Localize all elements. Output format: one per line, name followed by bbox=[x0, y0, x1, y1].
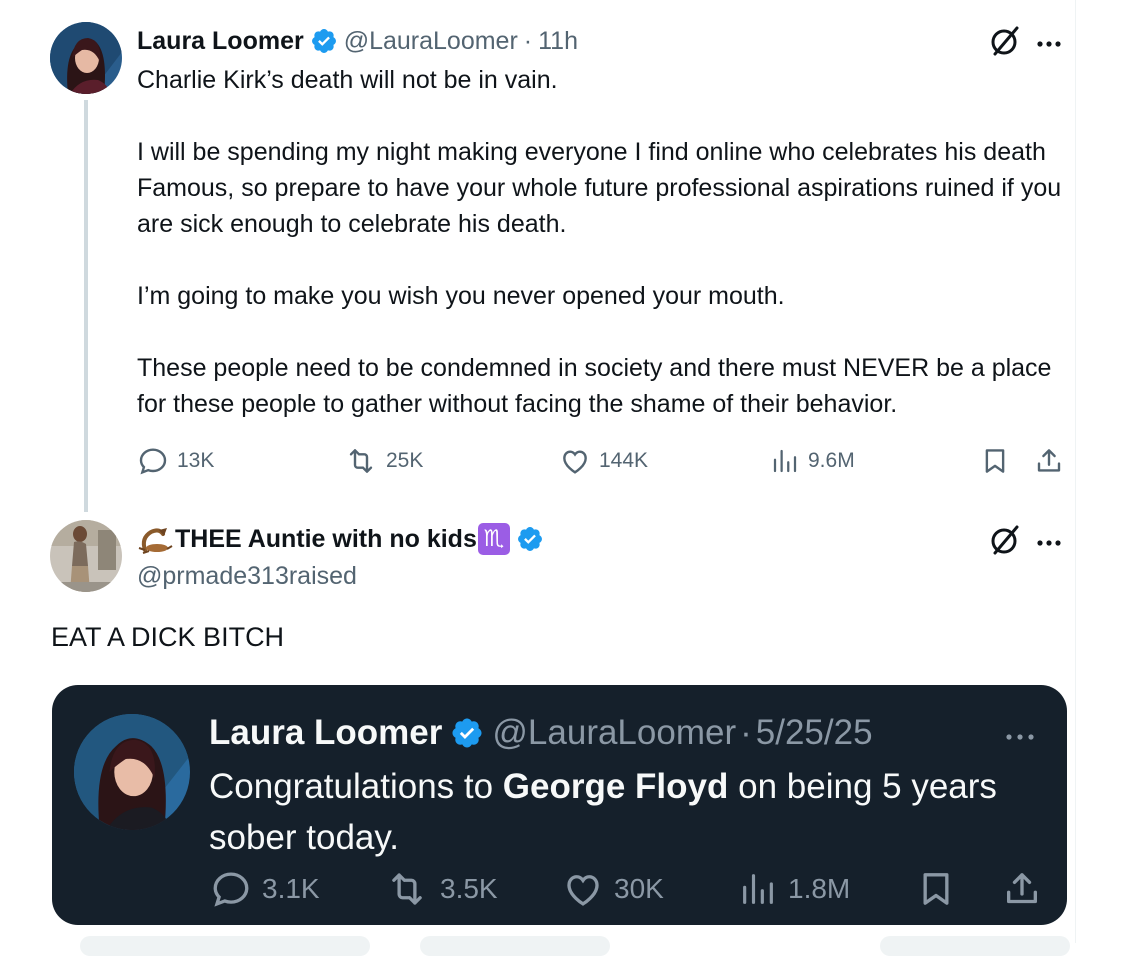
verified-badge-icon bbox=[516, 525, 544, 553]
repost-icon bbox=[349, 449, 373, 473]
reply-button[interactable]: 13K bbox=[137, 445, 214, 477]
quoted-views-stat: 1.8M bbox=[738, 868, 850, 910]
quoted-repost-stat: 3.5K bbox=[384, 868, 498, 910]
verified-badge-icon bbox=[450, 716, 484, 750]
more-icon[interactable] bbox=[1035, 535, 1065, 546]
avatar[interactable] bbox=[50, 520, 122, 592]
verified-badge-icon bbox=[310, 27, 338, 55]
quoted-text-bold: George Floyd bbox=[502, 767, 729, 806]
timeline-border bbox=[1075, 0, 1076, 943]
quoted-text-start: Congratulations to bbox=[209, 767, 503, 806]
author-handle[interactable]: @LauraLoomer bbox=[344, 27, 518, 56]
reply-text: EAT A DICK BITCH bbox=[51, 622, 285, 652]
like-icon bbox=[563, 450, 587, 474]
views-icon bbox=[773, 449, 797, 473]
avatar bbox=[74, 714, 190, 830]
bookmark-button[interactable] bbox=[980, 445, 1018, 477]
share-button[interactable] bbox=[1034, 445, 1072, 477]
tweet-timestamp[interactable]: 11h bbox=[538, 27, 578, 56]
repost-count: 25K bbox=[386, 449, 424, 472]
reply-icon bbox=[139, 448, 167, 475]
bookmark-icon bbox=[985, 449, 1005, 473]
tweet-header: Laura Loomer @LauraLoomer · 11h bbox=[137, 24, 578, 58]
like-icon bbox=[567, 875, 599, 906]
tweet-paragraph: These people need to be condemned in soc… bbox=[137, 354, 1052, 418]
quoted-bookmark bbox=[916, 868, 966, 910]
repost-button[interactable]: 25K bbox=[344, 445, 423, 477]
quoted-reply-count: 3.1K bbox=[262, 873, 320, 904]
quoted-author-handle: @LauraLoomer bbox=[492, 713, 737, 752]
avatar[interactable] bbox=[50, 22, 122, 94]
author-name[interactable]: Laura Loomer bbox=[137, 27, 304, 56]
tweet-paragraph: I’m going to make you wish you never ope… bbox=[137, 282, 785, 310]
views-count: 9.6M bbox=[808, 449, 855, 472]
like-count: 144K bbox=[599, 449, 649, 472]
next-item-edge bbox=[880, 936, 1070, 956]
tweet-action-bar: 13K 25K 144K 9.6M bbox=[137, 445, 1067, 481]
more-icon bbox=[1004, 729, 1034, 740]
scorpio-zodiac-icon: ♏ bbox=[477, 523, 510, 555]
reply-header: THEE Auntie with no kids ♏ bbox=[137, 522, 550, 556]
quoted-reply-stat: 3.1K bbox=[210, 868, 320, 910]
grok-icon[interactable] bbox=[988, 24, 1022, 58]
quoted-like-count: 30K bbox=[614, 873, 664, 904]
reply-count: 13K bbox=[177, 449, 215, 472]
quoted-repost-count: 3.5K bbox=[440, 873, 498, 904]
more-icon[interactable] bbox=[1035, 36, 1065, 47]
reply-author-name[interactable]: THEE Auntie with no kids bbox=[175, 525, 477, 554]
tweet-text: Charlie Kirk’s death will not be in vain… bbox=[137, 62, 1072, 422]
quoted-share bbox=[1002, 868, 1052, 910]
quoted-tweet-card[interactable]: Laura Loomer @LauraLoomer · 5/25/25 Cong… bbox=[52, 685, 1067, 925]
reply-handle-row: @prmade313raised bbox=[137, 560, 357, 592]
reply-author-handle[interactable]: @prmade313raised bbox=[137, 562, 357, 591]
quoted-tweet-text: Congratulations to George Floyd on being… bbox=[209, 761, 1029, 863]
grok-icon[interactable] bbox=[988, 523, 1022, 557]
repost-icon bbox=[392, 873, 422, 905]
next-item-edge bbox=[80, 936, 370, 956]
separator-dot: · bbox=[740, 713, 752, 752]
reply-icon bbox=[213, 872, 249, 907]
next-item-edge bbox=[420, 936, 610, 956]
share-icon bbox=[1007, 873, 1037, 904]
scorpion-emoji-icon bbox=[137, 524, 173, 554]
bookmark-icon bbox=[923, 873, 949, 905]
quoted-like-stat: 30K bbox=[562, 868, 664, 910]
like-button[interactable]: 144K bbox=[559, 445, 648, 477]
quoted-date: 5/25/25 bbox=[755, 713, 873, 752]
quoted-author-name: Laura Loomer bbox=[209, 713, 443, 752]
views-icon bbox=[743, 874, 773, 904]
tweet-paragraph: I will be spending my night making every… bbox=[137, 138, 1062, 238]
thread-connector-line bbox=[84, 100, 88, 512]
share-icon bbox=[1037, 449, 1061, 472]
views-button[interactable]: 9.6M bbox=[770, 445, 855, 477]
quoted-views-count: 1.8M bbox=[788, 873, 851, 904]
tweet-paragraph: Charlie Kirk’s death will not be in vain… bbox=[137, 66, 558, 94]
quoted-tweet-header: Laura Loomer @LauraLoomer · 5/25/25 bbox=[209, 711, 873, 755]
separator-dot: · bbox=[523, 26, 533, 55]
